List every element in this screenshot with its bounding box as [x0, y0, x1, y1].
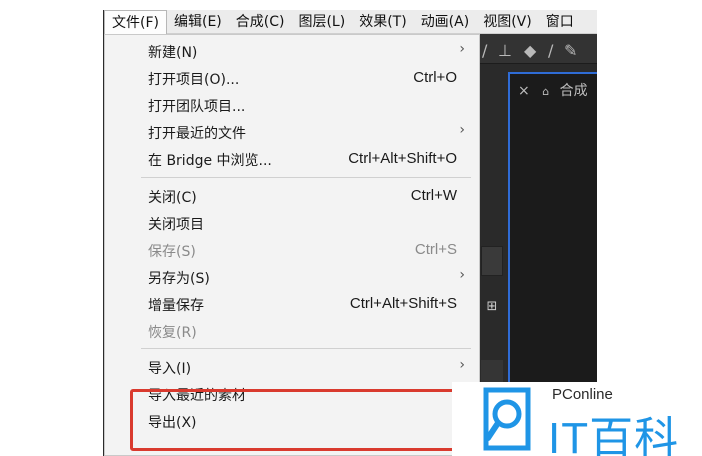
menu-effect[interactable]: 效果(T) [352, 10, 413, 34]
menu-animation[interactable]: 动画(A) [414, 10, 477, 34]
menu-item-shortcut: Ctrl+W [410, 187, 457, 204]
menu-layer[interactable]: 图层(L) [291, 10, 352, 34]
menu-item-label: 另存为(S) [148, 271, 210, 287]
menu-window[interactable]: 窗口 [539, 10, 581, 34]
menu-item-label: 增量保存 [148, 298, 204, 314]
menu-composition[interactable]: 合成(C) [229, 10, 292, 34]
menu-item-label: 保存(S) [148, 244, 196, 260]
export-highlight-box [130, 389, 464, 451]
menu-item-increment-save[interactable]: 增量保存 Ctrl+Alt+Shift+S [105, 290, 479, 317]
menu-item-label: 打开最近的文件 [148, 126, 246, 142]
close-icon[interactable]: × [518, 83, 530, 99]
menu-item-label: 恢复(R) [148, 325, 197, 341]
menu-separator [141, 348, 471, 349]
menu-item-close-project[interactable]: 关闭项目 [105, 209, 479, 236]
menu-separator [141, 177, 471, 178]
submenu-arrow-icon: › [459, 41, 465, 57]
submenu-arrow-icon: › [459, 357, 465, 373]
submenu-arrow-icon: › [459, 122, 465, 138]
composition-panel: × ⌂ 合成 [508, 72, 597, 384]
stamp-tool-icon[interactable]: ⊥ [498, 41, 512, 60]
watermark-small-text: PConline [552, 386, 613, 403]
menu-item-shortcut: Ctrl+S [414, 241, 457, 258]
menu-view[interactable]: 视图(V) [476, 10, 539, 34]
slash-divider-icon: / [482, 41, 488, 60]
menu-item-open-recent[interactable]: 打开最近的文件 › [105, 118, 479, 145]
toolbar: / ⊥ ◆ / ✎ [480, 34, 597, 64]
menu-item-label: 新建(N) [148, 45, 198, 61]
menu-item-new[interactable]: 新建(N) › [105, 37, 479, 64]
menu-item-label: 打开团队项目... [148, 99, 246, 115]
menu-item-label: 关闭项目 [148, 217, 204, 233]
magnifier-logo-icon [483, 387, 531, 451]
menu-item-save-as[interactable]: 另存为(S) › [105, 263, 479, 290]
menu-item-open-team-project[interactable]: 打开团队项目... [105, 91, 479, 118]
menu-item-shortcut: Ctrl+Alt+Shift+S [349, 295, 457, 312]
composition-tab-label: 合成 [559, 83, 588, 99]
side-panel-strip [481, 246, 503, 276]
menubar: 文件(F) 编辑(E) 合成(C) 图层(L) 效果(T) 动画(A) 视图(V… [104, 10, 597, 34]
menu-item-save: 保存(S) Ctrl+S [105, 236, 479, 263]
composition-tab[interactable]: × ⌂ 合成 [518, 80, 588, 100]
menu-item-label: 在 Bridge 中浏览... [148, 153, 272, 169]
menu-item-label: 导入(I) [148, 361, 192, 377]
menu-item-close[interactable]: 关闭(C) Ctrl+W [105, 182, 479, 209]
menu-item-shortcut: Ctrl+O [413, 69, 457, 86]
slash-divider-icon: / [548, 41, 554, 60]
eraser-tool-icon[interactable]: ◆ [524, 41, 536, 60]
network-icon[interactable]: ⊞ [481, 296, 503, 318]
menu-item-label: 关闭(C) [148, 190, 197, 206]
menu-item-open-project[interactable]: 打开项目(O)... Ctrl+O [105, 64, 479, 91]
menu-item-import[interactable]: 导入(I) › [105, 353, 479, 380]
menu-item-revert: 恢复(R) [105, 317, 479, 344]
menu-file[interactable]: 文件(F) [104, 10, 167, 34]
frame-top [103, 0, 597, 10]
menu-item-shortcut: Ctrl+Alt+Shift+O [348, 150, 457, 167]
brush-tool-icon[interactable]: ✎ [564, 41, 577, 60]
submenu-arrow-icon: › [459, 267, 465, 283]
menu-edit[interactable]: 编辑(E) [167, 10, 229, 34]
watermark-big-text: IT百科 [548, 414, 680, 456]
lock-icon[interactable]: ⌂ [542, 85, 549, 98]
menu-item-label: 打开项目(O)... [148, 72, 240, 88]
menu-item-browse-in-bridge[interactable]: 在 Bridge 中浏览... Ctrl+Alt+Shift+O [105, 145, 479, 172]
